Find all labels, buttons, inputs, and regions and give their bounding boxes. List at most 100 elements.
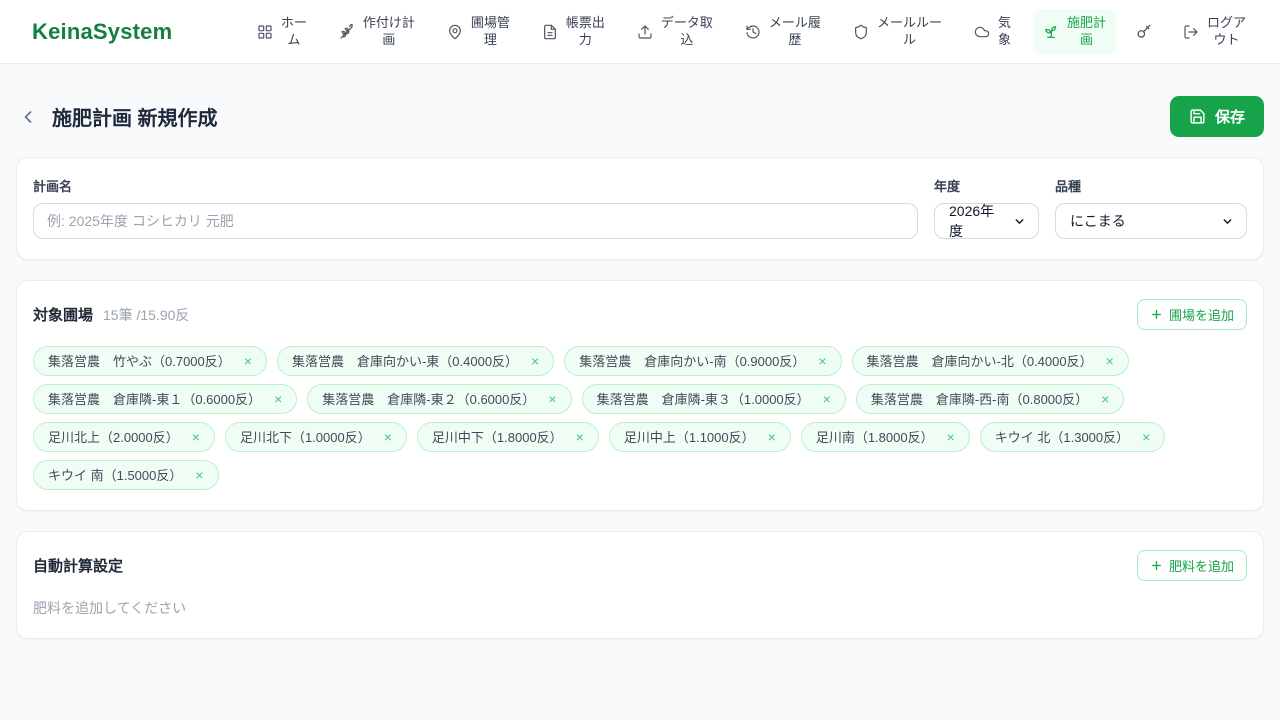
remove-field-icon[interactable]: × bbox=[190, 430, 202, 444]
map-pin-icon bbox=[447, 24, 463, 40]
remove-field-icon[interactable]: × bbox=[546, 392, 558, 406]
year-field-group: 年度 2026年度 bbox=[934, 176, 1039, 239]
remove-field-icon[interactable]: × bbox=[945, 430, 957, 444]
year-label: 年度 bbox=[934, 179, 961, 194]
field-chip-label: 集落営農 倉庫向かい-北（0.4000反） bbox=[866, 354, 1093, 369]
field-chip: 足川中上（1.1000反） × bbox=[608, 422, 791, 452]
nav-item-field-management[interactable]: 圃場管 理 bbox=[437, 9, 520, 55]
add-fertilizer-button-label: 肥料を追加 bbox=[1168, 559, 1234, 574]
field-chip-label: 集落営農 倉庫向かい-南（0.9000反） bbox=[579, 354, 806, 369]
remove-field-icon[interactable]: × bbox=[193, 468, 205, 482]
nav-item-label: 帳票出 力 bbox=[565, 14, 605, 47]
key-button[interactable] bbox=[1128, 15, 1161, 48]
top-navigation: KeinaSystem ホー ム 作付け計 画 圃場管 理 帳票出 力 データ取… bbox=[0, 0, 1280, 64]
back-button[interactable] bbox=[16, 105, 40, 129]
nav-item-label: 気 象 bbox=[997, 14, 1011, 47]
add-field-button[interactable]: 圃場を追加 bbox=[1136, 299, 1247, 330]
nav-items: ホー ム 作付け計 画 圃場管 理 帳票出 力 データ取 込 メール履 歴 メー… bbox=[247, 8, 1256, 55]
year-select[interactable]: 2026年度 bbox=[934, 203, 1039, 239]
nav-item-weather[interactable]: 気 象 bbox=[964, 9, 1021, 55]
plus-icon bbox=[1150, 308, 1163, 321]
chevron-left-icon bbox=[18, 107, 38, 127]
field-chip-label: 集落営農 竹やぶ（0.7000反） bbox=[48, 354, 231, 369]
target-fields-summary: 15筆 /15.90反 bbox=[103, 306, 190, 323]
nav-item-home[interactable]: ホー ム bbox=[247, 9, 317, 55]
year-select-value: 2026年度 bbox=[949, 203, 995, 239]
target-fields-title: 対象圃場 bbox=[33, 307, 94, 324]
variety-label: 品種 bbox=[1055, 179, 1082, 194]
shield-icon bbox=[853, 24, 869, 40]
field-chip-label: 足川南（1.8000反） bbox=[815, 430, 934, 445]
save-button[interactable]: 保存 bbox=[1169, 96, 1264, 137]
document-icon bbox=[542, 24, 558, 40]
remove-field-icon[interactable]: × bbox=[1099, 392, 1111, 406]
field-chip: 集落営農 倉庫向かい-東（0.4000反） × bbox=[276, 346, 555, 376]
field-chip: キウイ 北（1.3000反） × bbox=[979, 422, 1166, 452]
nav-item-label: ホー ム bbox=[280, 14, 307, 47]
key-icon bbox=[1136, 23, 1153, 40]
field-chip: 集落営農 倉庫隣-西-南（0.8000反） × bbox=[855, 384, 1125, 414]
cloud-icon bbox=[974, 24, 990, 40]
nav-item-label: メールルー ル bbox=[876, 14, 942, 47]
fertilizer-empty-message: 肥料を追加してください bbox=[33, 600, 187, 616]
grid-icon bbox=[257, 24, 273, 40]
field-chip: 集落営農 倉庫隣-東２（0.6000反） × bbox=[307, 384, 572, 414]
target-fields-card: 対象圃場 15筆 /15.90反 圃場を追加 集落営農 竹やぶ（0.7000反）… bbox=[16, 280, 1264, 511]
nav-item-label: データ取 込 bbox=[660, 14, 713, 47]
remove-field-icon[interactable]: × bbox=[382, 430, 394, 444]
field-chip-list: 集落営農 竹やぶ（0.7000反） × 集落営農 倉庫向かい-東（0.4000反… bbox=[33, 346, 1247, 490]
logout-icon bbox=[1183, 24, 1199, 40]
field-chip: キウイ 南（1.5000反） × bbox=[33, 460, 219, 490]
field-chip: 集落営農 竹やぶ（0.7000反） × bbox=[33, 346, 267, 376]
plus-icon bbox=[1150, 559, 1163, 572]
field-chip-label: 集落営農 倉庫隣-東２（0.6000反） bbox=[322, 392, 536, 407]
add-fertilizer-button[interactable]: 肥料を追加 bbox=[1136, 550, 1247, 581]
field-chip-label: キウイ 北（1.3000反） bbox=[994, 430, 1130, 445]
remove-field-icon[interactable]: × bbox=[574, 430, 586, 444]
plan-name-label: 計画名 bbox=[33, 179, 73, 194]
nav-item-label: 作付け計 画 bbox=[362, 14, 415, 47]
nav-item-mail-history[interactable]: メール履 歴 bbox=[735, 9, 831, 55]
variety-select[interactable]: にこまる bbox=[1055, 203, 1247, 239]
main-content: 施肥計画 新規作成 保存 計画名 年度 2026年度 bbox=[0, 96, 1280, 639]
page-header: 施肥計画 新規作成 保存 bbox=[16, 96, 1264, 137]
field-chip-label: 集落営農 倉庫隣-東３（1.0000反） bbox=[596, 392, 810, 407]
remove-field-icon[interactable]: × bbox=[766, 430, 778, 444]
field-chip: 集落営農 倉庫隣-東１（0.6000反） × bbox=[33, 384, 298, 414]
chevron-down-icon bbox=[1013, 215, 1026, 228]
save-icon bbox=[1189, 108, 1206, 125]
plan-name-input[interactable] bbox=[33, 203, 918, 239]
remove-field-icon[interactable]: × bbox=[1140, 430, 1152, 444]
wheat-icon bbox=[339, 23, 355, 40]
auto-calculation-card: 自動計算設定 肥料を追加 肥料を追加してください bbox=[16, 531, 1264, 639]
seedling-icon bbox=[1043, 24, 1059, 40]
remove-field-icon[interactable]: × bbox=[529, 354, 541, 368]
variety-field-group: 品種 にこまる bbox=[1055, 176, 1247, 239]
upload-icon bbox=[637, 24, 653, 40]
variety-select-value: にこまる bbox=[1070, 213, 1126, 229]
nav-item-report-output[interactable]: 帳票出 力 bbox=[532, 9, 615, 55]
nav-item-mail-rules[interactable]: メールルー ル bbox=[843, 9, 952, 55]
nav-item-logout[interactable]: ログア ウト bbox=[1173, 9, 1256, 55]
remove-field-icon[interactable]: × bbox=[272, 392, 284, 406]
nav-item-fertilization-plan[interactable]: 施肥計 画 bbox=[1032, 8, 1116, 55]
field-chip: 集落営農 倉庫向かい-北（0.4000反） × bbox=[851, 346, 1129, 376]
remove-field-icon[interactable]: × bbox=[1104, 354, 1116, 368]
field-chip: 足川北下（1.0000反） × bbox=[224, 422, 407, 452]
nav-item-data-import[interactable]: データ取 込 bbox=[627, 9, 723, 55]
remove-field-icon[interactable]: × bbox=[242, 354, 254, 368]
history-icon bbox=[745, 24, 761, 40]
nav-item-label: 施肥計 画 bbox=[1066, 14, 1106, 47]
remove-field-icon[interactable]: × bbox=[816, 354, 828, 368]
field-chip-label: 集落営農 倉庫隣-西-南（0.8000反） bbox=[870, 392, 1089, 407]
plan-info-card: 計画名 年度 2026年度 品種 にこまる bbox=[16, 157, 1264, 260]
nav-item-planting-plan[interactable]: 作付け計 画 bbox=[329, 9, 425, 55]
field-chip: 集落営農 倉庫隣-東３（1.0000反） × bbox=[581, 384, 846, 414]
field-chip: 足川南（1.8000反） × bbox=[800, 422, 970, 452]
auto-calculation-title: 自動計算設定 bbox=[33, 558, 124, 575]
remove-field-icon[interactable]: × bbox=[821, 392, 833, 406]
add-field-button-label: 圃場を追加 bbox=[1168, 308, 1234, 323]
page-title: 施肥計画 新規作成 bbox=[52, 108, 218, 130]
field-chip-label: 集落営農 倉庫向かい-東（0.4000反） bbox=[291, 354, 519, 369]
field-chip-label: 足川中下（1.8000反） bbox=[431, 430, 563, 445]
